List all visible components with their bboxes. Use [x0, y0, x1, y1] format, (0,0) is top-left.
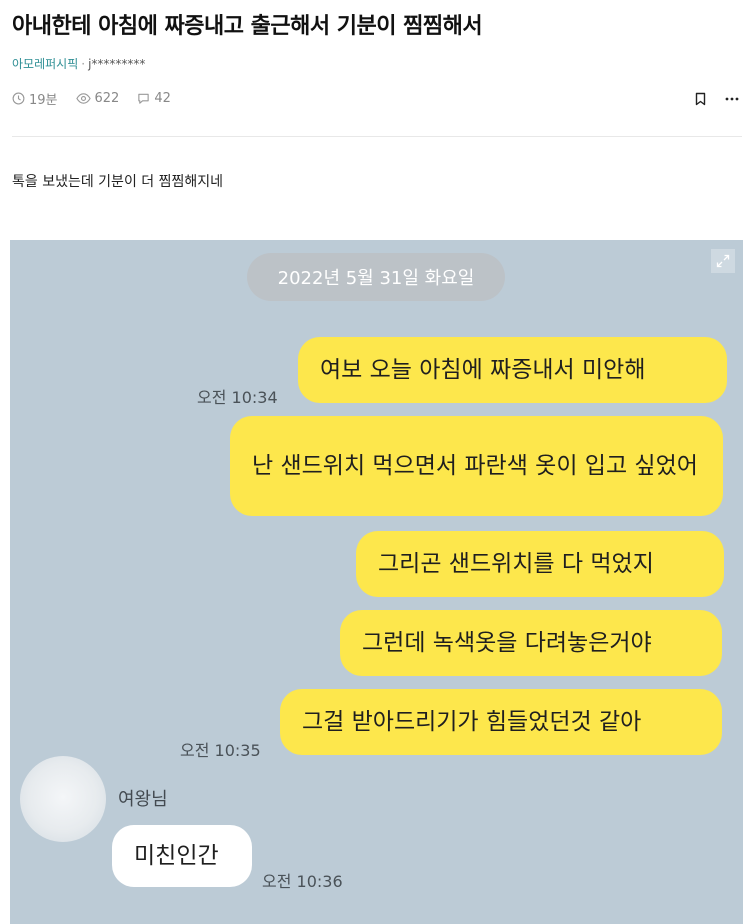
- views-stat: 622: [75, 91, 120, 106]
- time-ago: 19분: [29, 93, 58, 108]
- time-stat: 19분: [12, 89, 58, 108]
- post-stats: 19분 622 42: [12, 89, 189, 108]
- view-count: 622: [94, 91, 120, 106]
- comments-stat[interactable]: 42: [137, 91, 171, 106]
- sent-message: 그리곤 샌드위치를 다 먹었지: [356, 531, 724, 597]
- sent-message: 그걸 받아드리기가 힘들었던것 같아: [280, 689, 722, 755]
- post-body: 톡을 보냈는데 기분이 더 찜찜해지네: [12, 174, 223, 190]
- message-time: 오전 10:35: [180, 741, 261, 760]
- sender-name: 여왕님: [118, 789, 168, 810]
- message-time: 오전 10:34: [197, 388, 278, 407]
- bookmark-button[interactable]: [690, 89, 710, 109]
- meta-separator: ·: [81, 57, 86, 71]
- comment-icon: [138, 93, 150, 104]
- expand-icon: [716, 254, 730, 268]
- eye-icon: [75, 93, 91, 104]
- board-link[interactable]: 아모레퍼시픽: [12, 57, 78, 71]
- expand-button[interactable]: [711, 249, 735, 273]
- post-title: 아내한테 아침에 짜증내고 출근해서 기분이 찜찜해서: [12, 14, 483, 39]
- clock-icon: [12, 92, 25, 105]
- sent-message: 그런데 녹색옷을 다려놓은거야: [340, 610, 722, 676]
- message-time: 오전 10:36: [262, 872, 343, 891]
- received-message: 미친인간: [112, 825, 252, 887]
- sent-message: 난 샌드위치 먹으면서 파란색 옷이 입고 싶었어: [230, 416, 723, 516]
- comment-count: 42: [154, 91, 171, 106]
- sender-avatar[interactable]: [20, 756, 106, 842]
- post-meta: 아모레퍼시픽 · j*********: [12, 55, 145, 72]
- chat-screenshot[interactable]: 2022년 5월 31일 화요일 오전 10:34 여보 오늘 아침에 짜증내서…: [10, 240, 743, 924]
- bookmark-icon: [695, 92, 705, 106]
- chat-date: 2022년 5월 31일 화요일: [247, 253, 505, 301]
- sent-message: 여보 오늘 아침에 짜증내서 미안해: [298, 337, 727, 403]
- more-button[interactable]: [722, 89, 742, 109]
- header-divider: [12, 136, 742, 137]
- more-icon: [725, 97, 739, 101]
- author-name[interactable]: j*********: [88, 57, 145, 71]
- post-actions: [678, 89, 742, 109]
